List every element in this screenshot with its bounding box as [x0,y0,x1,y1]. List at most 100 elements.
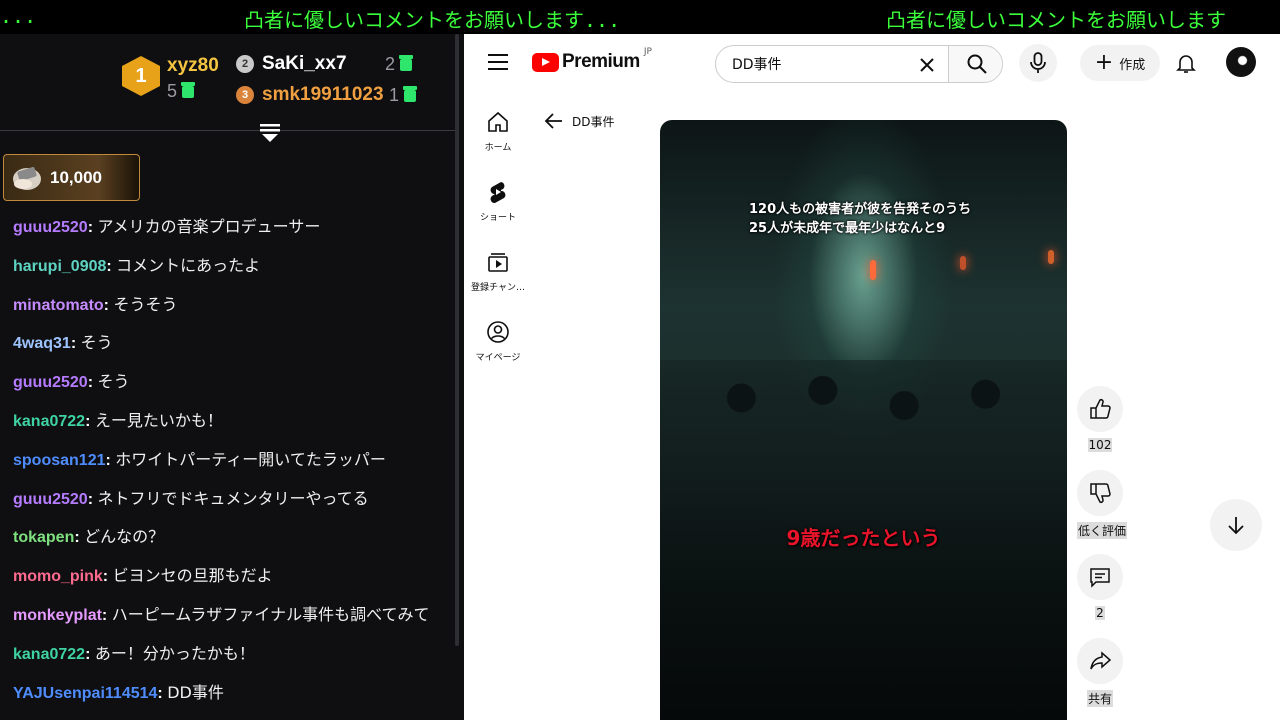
chat-username[interactable]: monkeyplat [13,607,102,624]
chat-username[interactable]: guuu2520 [13,374,88,391]
nav-item-home[interactable]: ホーム [464,110,532,153]
nav-label: ショート [479,213,516,223]
chat-separator: : [101,606,112,624]
share-icon [1090,651,1111,670]
chat-text: あー！分かったかも！ [94,643,255,663]
top-supporter-1-count: 5 [167,81,196,102]
chat-text: えー見たいかも！ [94,410,223,430]
chat-username[interactable]: YAJUsenpai114514 [13,685,157,702]
plus-icon: + [1094,50,1114,75]
chat-message: tokapen: どんなの？ [13,521,458,560]
nav-item-my-page[interactable]: マイページ [464,320,532,363]
chat-separator: : [87,219,98,236]
gift-icon [403,85,418,102]
chat-message: monkeyplat: ハーピームラザファイナル事件も調べてみて [13,599,458,638]
announcement-ticker: ... 凸者に優しいコメントをお願いします... 凸者に優しいコメントをお願いし… [0,0,1280,34]
nav-label: 登録チャン… [471,283,525,293]
tip-amount: 10,000 [50,167,102,187]
chat-message: spoosan121: ホワイトパーティー開いてたラッパー [13,444,458,483]
top-supporter-3[interactable]: 3 smk19911023 [236,84,384,106]
rank-badge-gold-icon: 1 [122,56,160,96]
notifications-icon[interactable] [1174,51,1198,75]
dislike-button[interactable]: 低く評価 [1077,470,1128,539]
supporters-divider [0,130,455,131]
account-avatar[interactable] [1226,47,1256,77]
gift-icon [181,81,196,98]
ticker-segment: ... [0,4,37,28]
chat-username[interactable]: guuu2520 [13,491,88,508]
chat-text: アメリカの音楽プロデューサー [97,217,321,236]
collapse-icon[interactable] [258,122,282,144]
dislike-label: 低く評価 [1077,522,1128,539]
youtube-window: Premium JP + 作成 ホーム ショート 登録チャン… [464,34,1280,720]
chat-separator: : [103,296,114,314]
nav-item-subscriptions[interactable]: 登録チャン… [464,250,532,293]
chat-separator: : [87,374,98,392]
chat-username[interactable]: harupi_0908 [13,258,106,275]
youtube-play-icon [532,52,559,72]
gift-icon [399,54,414,71]
chat-separator: : [105,451,116,469]
chat-message: guuu2520: ネトフリでドキュメンタリーやってる [13,483,458,522]
chat-panel: 1 xyz80 5 2 SaKi_xx7 2 3 smk19911023 1 1… [0,34,464,720]
comment-count: 2 [1095,606,1105,620]
subscriptions-icon [488,253,508,272]
chat-text: そう [97,372,130,392]
supporter-name: SaKi_xx7 [262,53,347,74]
tip-banner[interactable]: 10,000 [3,154,140,201]
share-button[interactable]: 共有 [1077,638,1123,707]
rank-badge-bronze-icon: 3 [236,86,254,104]
chat-text: DD事件 [167,682,224,702]
video-lamp [960,256,966,270]
back-arrow-icon [544,113,562,129]
chat-username[interactable]: kana0722 [13,413,85,430]
youtube-premium-logo[interactable]: Premium JP [532,47,652,73]
supporter-name: xyz80 [167,55,219,76]
ticker-segment: 凸者に優しいコメントをお願いします [886,8,1226,32]
logo-text: Premium [562,51,640,72]
chat-username[interactable]: guuu2520 [13,219,88,236]
chat-text: コメントにあったよ [116,255,261,275]
chat-message: minatomato: そうそう [13,289,458,328]
top-supporter-1[interactable]: 1 [122,56,160,96]
search-button[interactable] [948,46,1002,82]
chat-separator: : [157,684,168,702]
thumbs-down-icon [1090,483,1111,504]
chat-message: kana0722: えー見たいかも！ [13,405,458,444]
chat-username[interactable]: kana0722 [13,646,85,663]
chat-separator: : [85,645,95,663]
video-caption: 120人もの被害者が彼を告発そのうち 25人が未成年で最年少はなんと9 [749,200,971,238]
my-page-icon [487,321,509,343]
chat-username[interactable]: spoosan121 [13,452,105,469]
search-bar [715,45,1003,83]
search-input[interactable] [716,46,946,82]
top-supporter-2[interactable]: 2 SaKi_xx7 [236,53,347,75]
chat-username[interactable]: 4waq31 [13,335,71,352]
chat-username[interactable]: momo_pink [13,568,103,585]
chat-separator: : [102,568,113,586]
top-supporter-3-count: 1 [389,85,418,106]
chat-text: そう [80,333,113,353]
back-to-search[interactable]: DD事件 [544,112,614,130]
gift-count: 2 [385,54,396,74]
chat-message-list: guuu2520: アメリカの音楽プロデューサー harupi_0908: コメン… [13,211,458,715]
create-button[interactable]: + 作成 [1080,45,1160,81]
clear-search-icon[interactable] [916,54,938,76]
chat-text: ホワイトパーティー開いてたラッパー [115,449,386,469]
shorts-video-player[interactable]: 120人もの被害者が彼を告発そのうち 25人が未成年で最年少はなんと9 9歳だっ… [660,120,1067,720]
logo-region: JP [643,47,652,57]
rank-badge-silver-icon: 2 [236,55,254,73]
chat-message: momo_pink: ビヨンセの旦那もだよ [13,560,458,599]
like-button[interactable]: 102 [1077,386,1123,453]
chat-username[interactable]: minatomato [13,297,104,314]
top-supporter-2-count: 2 [385,54,414,75]
create-label: 作成 [1119,57,1146,73]
comments-button[interactable]: 2 [1077,554,1123,621]
chat-username[interactable]: tokapen [13,529,74,546]
chat-message: guuu2520: そう [13,366,458,405]
nav-item-shorts[interactable]: ショート [464,180,532,223]
chat-separator: : [74,529,85,547]
next-video-button[interactable] [1210,499,1262,551]
voice-search-button[interactable] [1019,44,1057,82]
menu-icon[interactable] [488,54,508,70]
